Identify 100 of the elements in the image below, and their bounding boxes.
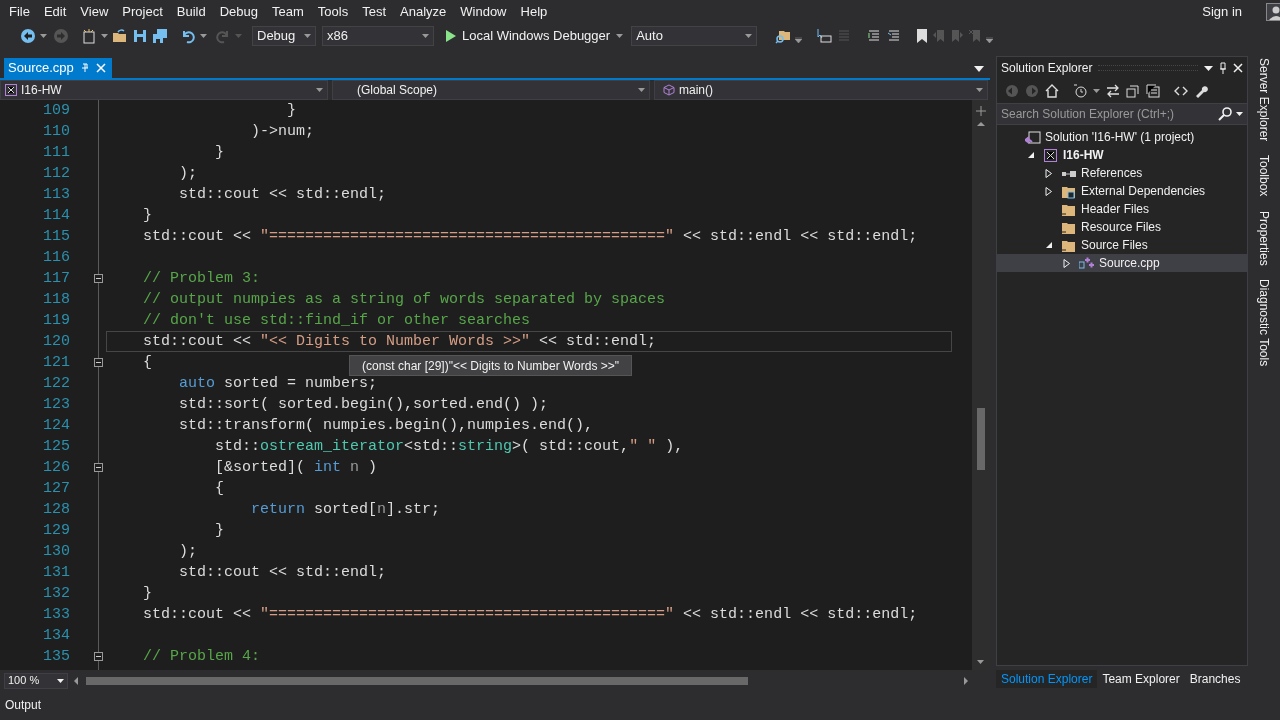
wrench-icon[interactable] — [1194, 84, 1208, 98]
tree-item[interactable]: Source.cpp — [997, 254, 1247, 272]
tab-dropdown-icon[interactable] — [974, 66, 984, 72]
panel-tab[interactable]: Solution Explorer — [996, 670, 1098, 688]
scroll-up-icon[interactable] — [977, 122, 985, 126]
member-dropdown[interactable]: main() — [654, 80, 988, 100]
menu-item[interactable]: Help — [513, 0, 555, 24]
scroll-right-icon[interactable] — [964, 676, 968, 685]
search-field[interactable]: Search Solution Explorer (Ctrl+;) — [997, 103, 1247, 125]
collapse-icon[interactable] — [94, 358, 103, 367]
home-icon[interactable] — [1045, 84, 1059, 98]
collapse-all-icon[interactable] — [1126, 84, 1140, 98]
menu-item[interactable]: Project — [115, 0, 170, 24]
overflow-icon[interactable] — [986, 37, 994, 43]
configuration-dropdown[interactable]: Debug — [252, 26, 316, 46]
scroll-left-icon[interactable] — [74, 676, 78, 685]
collapse-icon[interactable] — [94, 274, 103, 283]
menu-item[interactable]: Analyze — [393, 0, 454, 24]
zoom-dropdown[interactable]: 100 % — [4, 672, 68, 689]
menu-item[interactable]: Team — [265, 0, 311, 24]
close-icon[interactable] — [1233, 63, 1243, 73]
code-line: // Problem 4: — [142, 648, 261, 665]
tooltip: (const char [29])"<< Digits to Number Words >>" — [349, 355, 633, 376]
line-number: 116 — [42, 248, 70, 268]
sync-icon[interactable] — [1106, 84, 1120, 98]
line-number: 114 — [42, 206, 70, 226]
expanded-icon[interactable] — [1027, 151, 1035, 159]
output-tab[interactable]: Output — [0, 696, 47, 714]
undo-icon[interactable] — [180, 28, 196, 44]
tree-item[interactable]: I16-HW — [997, 146, 1247, 164]
search-icon[interactable] — [1218, 107, 1232, 121]
menu-item[interactable]: Tools — [310, 0, 356, 24]
code-line: std::cout << std::endl; — [178, 186, 387, 203]
project-dropdown[interactable]: I16-HW — [0, 80, 328, 100]
dropdown-caret-icon[interactable] — [1204, 65, 1213, 71]
open-folder-icon[interactable] — [112, 28, 128, 44]
menu-item[interactable]: View — [73, 0, 116, 24]
code-line: std::ostream_iterator<std::string>( std::cout," " ), — [214, 438, 684, 455]
line-number: 113 — [42, 185, 70, 205]
overflow-icon[interactable] — [795, 37, 803, 43]
tree-item[interactable]: Source Files — [997, 236, 1247, 254]
scroll-down-icon[interactable] — [977, 660, 985, 664]
collapse-icon[interactable] — [94, 652, 103, 661]
history-icon[interactable] — [1073, 84, 1087, 98]
pin-icon[interactable] — [1219, 62, 1227, 74]
collapse-icon[interactable] — [94, 463, 103, 472]
dropdown-caret-icon — [316, 88, 323, 92]
scope-dropdown[interactable]: (Global Scope) — [332, 80, 650, 100]
tree-item[interactable]: Solution 'I16-HW' (1 project) — [997, 128, 1247, 146]
forward-icon — [53, 28, 69, 44]
side-tab[interactable]: Server Explorer — [1253, 58, 1275, 142]
tree-item[interactable]: Header Files — [997, 200, 1247, 218]
find-folder-icon[interactable] — [775, 28, 792, 44]
start-debugging-button[interactable]: Local Windows Debugger — [444, 26, 626, 46]
dropdown-caret-icon — [616, 34, 624, 38]
collapsed-icon[interactable] — [1063, 258, 1071, 268]
new-item-icon[interactable] — [81, 28, 97, 44]
collapsed-icon[interactable] — [1045, 168, 1053, 178]
code-icon[interactable] — [1174, 84, 1188, 98]
dropdown-caret-icon[interactable] — [1236, 112, 1243, 116]
scroll-thumb[interactable] — [86, 676, 748, 685]
menu-item[interactable]: Debug — [212, 0, 265, 24]
solution-configuration-dropdown[interactable]: Auto — [631, 26, 758, 46]
user-avatar-icon[interactable] — [1266, 3, 1280, 21]
tree-item[interactable]: Resource Files — [997, 218, 1247, 236]
line-number: 123 — [42, 395, 70, 415]
side-tab[interactable]: Toolbox — [1253, 155, 1275, 197]
panel-tab[interactable]: Branches — [1184, 670, 1246, 688]
bookmark-icon[interactable] — [916, 28, 929, 44]
menu-item[interactable]: Build — [169, 0, 213, 24]
tree-item[interactable]: External Dependencies — [997, 182, 1247, 200]
split-icon[interactable] — [976, 106, 986, 116]
code-line: [&sorted]( int n ) — [214, 459, 378, 476]
scroll-thumb[interactable] — [977, 408, 985, 470]
previous-bookmark-icon — [932, 28, 947, 44]
save-all-icon[interactable] — [152, 28, 168, 44]
side-tab[interactable]: Diagnostic Tools — [1253, 279, 1275, 367]
sign-in-link[interactable]: Sign in — [1202, 2, 1242, 22]
panel-tab[interactable]: Team Explorer — [1097, 670, 1185, 688]
menu-item[interactable]: Edit — [36, 0, 74, 24]
line-number: 132 — [42, 584, 70, 604]
tree-item[interactable]: References — [997, 164, 1247, 182]
collapsed-icon[interactable] — [1045, 186, 1053, 196]
code-line: auto sorted = numbers; — [178, 375, 378, 392]
side-tab[interactable]: Properties — [1253, 210, 1275, 266]
line-number: 130 — [42, 542, 70, 562]
select-element-icon[interactable] — [816, 28, 833, 44]
code-line: std::cout << "<< Digits to Number Words >>" << std::endl; — [142, 333, 657, 350]
project-icon — [5, 84, 17, 96]
menu-item[interactable]: Window — [453, 0, 514, 24]
line-number: 129 — [42, 521, 70, 541]
back-icon[interactable] — [20, 28, 36, 44]
expanded-icon[interactable] — [1045, 241, 1053, 249]
platform-dropdown[interactable]: x86 — [322, 26, 434, 46]
dropdown-caret-icon[interactable] — [1093, 89, 1100, 93]
menu-item[interactable]: File — [2, 0, 37, 24]
dropdown-caret-icon — [745, 34, 753, 38]
copy-pages-icon[interactable] — [1146, 84, 1160, 98]
line-number: 124 — [42, 416, 70, 436]
menu-item[interactable]: Test — [355, 0, 393, 24]
